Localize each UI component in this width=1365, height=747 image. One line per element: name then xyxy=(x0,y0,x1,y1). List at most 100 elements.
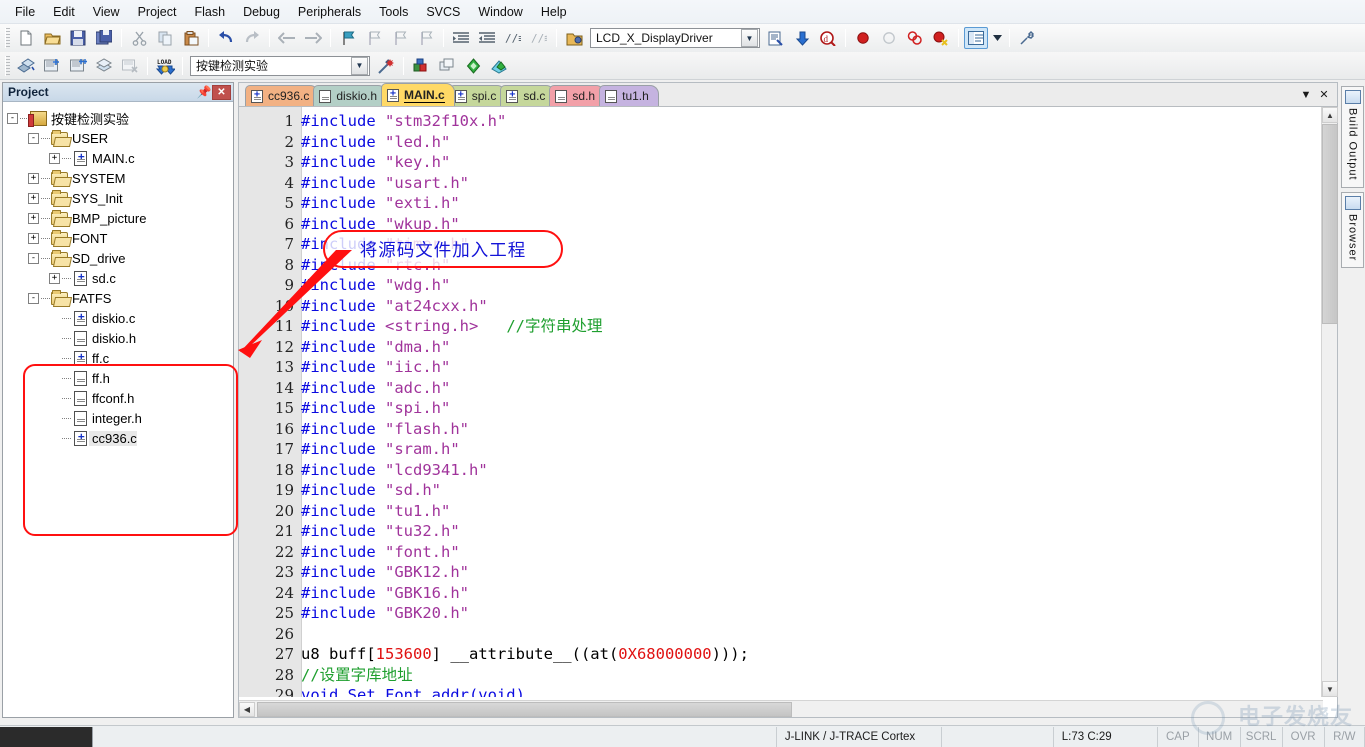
editor-tab-cc936c[interactable]: cc936.c xyxy=(245,85,319,106)
cut-icon[interactable] xyxy=(127,27,151,49)
code-line[interactable]: 21#include "tu32.h" xyxy=(239,521,1299,542)
indent-icon[interactable] xyxy=(449,27,473,49)
code-line[interactable]: 12#include "dma.h" xyxy=(239,337,1299,358)
outdent-icon[interactable] xyxy=(475,27,499,49)
pack-manager-icon[interactable] xyxy=(487,55,511,77)
code-line[interactable]: 14#include "adc.h" xyxy=(239,378,1299,399)
code-line[interactable]: 1#include "stm32f10x.h" xyxy=(239,111,1299,132)
tree-item-sd.c[interactable]: +sd.c xyxy=(7,268,233,288)
bookmark-clear-icon[interactable] xyxy=(414,27,438,49)
expand-icon[interactable]: + xyxy=(28,213,39,224)
tree-item-diskio.c[interactable]: diskio.c xyxy=(7,308,233,328)
code-line[interactable]: 22#include "font.h" xyxy=(239,542,1299,563)
editor-tab-spic[interactable]: spi.c xyxy=(449,85,507,106)
menu-item-peripherals[interactable]: Peripherals xyxy=(289,2,370,22)
menu-item-project[interactable]: Project xyxy=(129,2,186,22)
expand-icon[interactable]: + xyxy=(28,233,39,244)
pack-installer-icon[interactable] xyxy=(461,55,485,77)
expand-icon[interactable]: + xyxy=(28,193,39,204)
close-icon[interactable]: ✕ xyxy=(1315,86,1333,103)
code-view[interactable]: 1#include "stm32f10x.h"2#include "led.h"… xyxy=(239,107,1337,697)
target-combo[interactable]: LCD_X_DisplayDriver ▼ xyxy=(590,28,760,48)
menu-item-edit[interactable]: Edit xyxy=(44,2,84,22)
code-lines[interactable]: 1#include "stm32f10x.h"2#include "led.h"… xyxy=(239,107,1299,697)
code-line[interactable]: 29void Set_Font_addr(void) xyxy=(239,685,1299,697)
code-line[interactable]: 24#include "GBK16.h" xyxy=(239,583,1299,604)
open-file-icon[interactable] xyxy=(40,27,64,49)
editor-horizontal-scrollbar[interactable]: ◀ xyxy=(239,700,1323,717)
code-line[interactable]: 2#include "led.h" xyxy=(239,132,1299,153)
close-icon[interactable]: ✕ xyxy=(212,85,231,100)
rebuild-icon[interactable] xyxy=(66,55,90,77)
project-combo[interactable]: 按键检测实验 ▼ xyxy=(190,56,370,76)
target-options-icon[interactable] xyxy=(764,27,788,49)
editor-tab-MAINc[interactable]: MAIN.c xyxy=(381,83,455,106)
project-tree[interactable]: -按键检测实验-USER+MAIN.c+SYSTEM+SYS_Init+BMP_… xyxy=(3,102,233,717)
project-window-dropdown-icon[interactable] xyxy=(990,27,1004,49)
download-icon[interactable] xyxy=(790,27,814,49)
code-line[interactable]: 23#include "GBK12.h" xyxy=(239,562,1299,583)
kill-breakpoint-icon[interactable] xyxy=(877,27,901,49)
code-line[interactable]: 26 xyxy=(239,624,1299,645)
collapse-icon[interactable]: - xyxy=(28,133,39,144)
batch-build-icon[interactable] xyxy=(92,55,116,77)
menu-item-file[interactable]: File xyxy=(6,2,44,22)
scroll-up-icon[interactable]: ▲ xyxy=(1322,107,1338,123)
chevron-down-icon[interactable]: ▼ xyxy=(741,29,758,47)
right-dock-tab-browser[interactable]: Browser xyxy=(1341,192,1364,268)
tree-item-ff.c[interactable]: ff.c xyxy=(7,348,233,368)
expand-icon[interactable]: + xyxy=(49,153,60,164)
code-line[interactable]: 27u8 buff[153600] __attribute__((at(0X68… xyxy=(239,644,1299,665)
code-line[interactable]: 17#include "sram.h" xyxy=(239,439,1299,460)
new-file-icon[interactable] xyxy=(14,27,38,49)
load-icon[interactable]: LOAD xyxy=(153,55,177,77)
code-line[interactable]: 5#include "exti.h" xyxy=(239,193,1299,214)
redo-icon[interactable] xyxy=(240,27,264,49)
open-target-folder-icon[interactable] xyxy=(562,27,586,49)
copy-icon[interactable] xyxy=(153,27,177,49)
expand-icon[interactable]: + xyxy=(28,173,39,184)
tree-item-[interactable]: -按键检测实验 xyxy=(7,108,233,128)
menu-item-tools[interactable]: Tools xyxy=(370,2,417,22)
insert-breakpoint-icon[interactable] xyxy=(851,27,875,49)
editor-tab-sdc[interactable]: sd.c xyxy=(500,85,555,106)
bookmark-toggle-icon[interactable] xyxy=(336,27,360,49)
navigate-back-icon[interactable] xyxy=(275,27,299,49)
project-window-icon[interactable] xyxy=(964,27,988,49)
tree-item-ff.h[interactable]: ff.h xyxy=(7,368,233,388)
code-line[interactable]: 9#include "wdg.h" xyxy=(239,275,1299,296)
navigate-forward-icon[interactable] xyxy=(301,27,325,49)
tree-item-USER[interactable]: -USER xyxy=(7,128,233,148)
kill-all-breakpoints-icon[interactable] xyxy=(929,27,953,49)
code-line[interactable]: 20#include "tu1.h" xyxy=(239,501,1299,522)
menu-item-debug[interactable]: Debug xyxy=(234,2,289,22)
tree-item-integer.h[interactable]: integer.h xyxy=(7,408,233,428)
collapse-icon[interactable]: - xyxy=(28,253,39,264)
tree-item-ffconf.h[interactable]: ffconf.h xyxy=(7,388,233,408)
tree-item-SD_drive[interactable]: -SD_drive xyxy=(7,248,233,268)
debug-session-icon[interactable]: d xyxy=(816,27,840,49)
tree-item-cc936.c[interactable]: cc936.c xyxy=(7,428,233,448)
code-line[interactable]: 11#include <string.h> //字符串处理 xyxy=(239,316,1299,337)
code-line[interactable]: 16#include "flash.h" xyxy=(239,419,1299,440)
bookmark-next-icon[interactable] xyxy=(388,27,412,49)
build-icon[interactable] xyxy=(40,55,64,77)
toolbar-grip[interactable] xyxy=(5,56,10,76)
menu-item-help[interactable]: Help xyxy=(532,2,576,22)
comment-icon[interactable]: //≡ xyxy=(501,27,525,49)
uncomment-icon[interactable]: //≋ xyxy=(527,27,551,49)
save-icon[interactable] xyxy=(66,27,90,49)
collapse-icon[interactable]: - xyxy=(7,113,18,124)
configuration-wizard-icon[interactable] xyxy=(1015,27,1039,49)
right-dock-tab-build-output[interactable]: Build Output xyxy=(1341,86,1364,188)
chevron-down-icon[interactable]: ▼ xyxy=(351,57,368,75)
editor-tab-sdh[interactable]: sd.h xyxy=(549,85,605,106)
chevron-down-icon[interactable]: ▼ xyxy=(1297,86,1315,103)
manage-project-items-icon[interactable] xyxy=(409,55,433,77)
pin-icon[interactable]: 📌 xyxy=(196,85,212,100)
disable-breakpoints-icon[interactable] xyxy=(903,27,927,49)
scroll-down-icon[interactable]: ▼ xyxy=(1322,681,1338,697)
bookmark-prev-icon[interactable] xyxy=(362,27,386,49)
code-line[interactable]: 28//设置字库地址 xyxy=(239,665,1299,686)
tree-item-BMP_picture[interactable]: +BMP_picture xyxy=(7,208,233,228)
